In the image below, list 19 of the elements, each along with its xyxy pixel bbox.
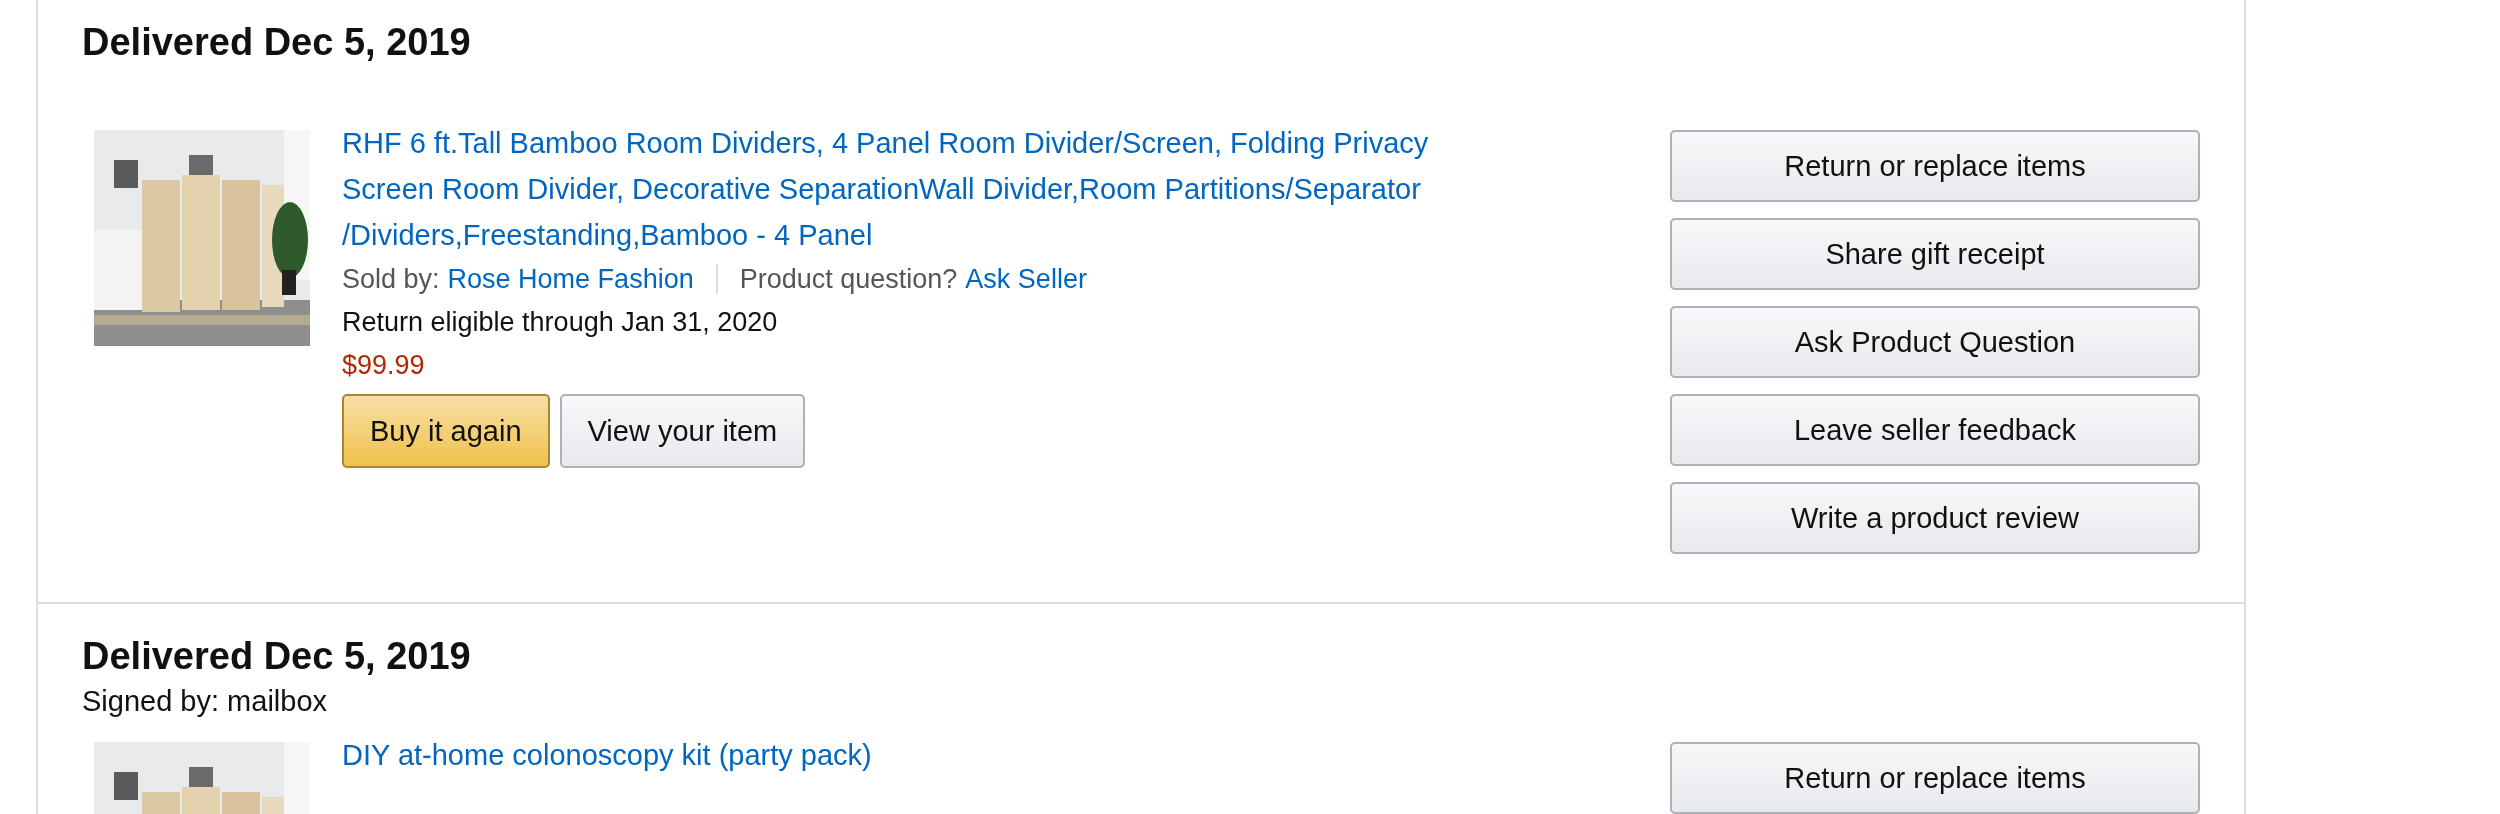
sold-by-label: Sold by:: [342, 263, 440, 296]
signed-by-text: Signed by: mailbox: [82, 684, 329, 719]
product-title-link[interactable]: RHF 6 ft.Tall Bamboo Room Dividers, 4 Panel Room Divider/Screen, Folding Privacy Screen Room Divider, Decorative SeparationWall Divider,Room Partitions/Separator /Dividers,Freestanding,Bamboo - 4 Panel: [342, 120, 1522, 258]
ask-seller-link[interactable]: Ask Seller: [965, 258, 1087, 300]
price: $99.99: [342, 349, 426, 382]
question-label: Product question?: [739, 263, 958, 296]
delivery-heading: Delivered Dec 5, 2019: [82, 20, 472, 64]
delivery-heading: Delivered Dec 5, 2019: [82, 634, 472, 678]
return-eligibility-text: Return eligible through Jan 31, 2020: [342, 306, 779, 339]
action-button[interactable]: Return or replace items: [1670, 742, 2200, 814]
action-button[interactable]: Return or replace items: [1670, 130, 2200, 202]
product-title-link[interactable]: DIY at-home colonoscopy kit (party pack): [342, 732, 1522, 778]
seller-link[interactable]: Rose Home Fashion: [447, 258, 694, 300]
action-button[interactable]: Leave seller feedback: [1670, 394, 2200, 466]
action-button[interactable]: Share gift receipt: [1670, 218, 2200, 290]
action-button[interactable]: Ask Product Question: [1670, 306, 2200, 378]
buy-again-button[interactable]: Buy it again: [342, 394, 550, 468]
view-item-button[interactable]: View your item: [559, 394, 806, 468]
action-button[interactable]: Write a product review: [1670, 482, 2200, 554]
